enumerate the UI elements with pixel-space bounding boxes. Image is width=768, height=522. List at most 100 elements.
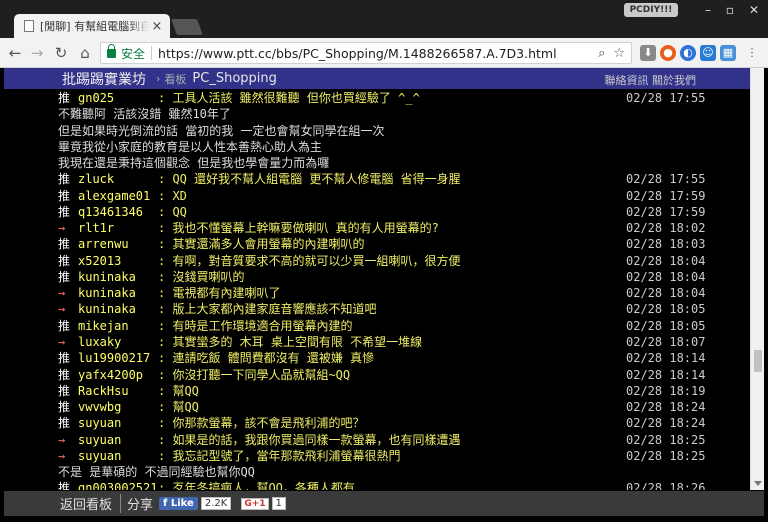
push-user[interactable]: suyuan xyxy=(78,432,158,448)
scrollbar-thumb[interactable] xyxy=(754,350,762,372)
push-time: 02/28 18:24 xyxy=(626,400,706,415)
push-tag: 推 xyxy=(58,481,71,490)
contact-about-links[interactable]: 聯絡資訊 關於我們 xyxy=(605,72,697,88)
back-to-board-link[interactable]: 返回看板 xyxy=(60,494,122,513)
author-reply-line: 畢竟我從小家庭的教育是以人性本善熱心助人為主 xyxy=(58,139,750,155)
push-user[interactable]: yafx4200p xyxy=(78,367,158,383)
push-tag: → xyxy=(58,221,66,236)
close-window-icon[interactable]: ✕ xyxy=(746,2,762,18)
push-content: : 其實蠻多的 木耳 桌上空間有限 不希望一堆線 xyxy=(158,334,423,349)
push-content: : 連請吃飯 體問費都沒有 還被嫌 真慘 xyxy=(158,351,375,366)
push-comment: 推 vwvwbg: 幫QQ 02/28 18:24 xyxy=(58,399,750,415)
push-time: 02/28 18:05 xyxy=(626,318,706,333)
facebook-like-count: 2.2K xyxy=(200,497,232,510)
firefox-style-extension-icon[interactable]: ● xyxy=(660,45,676,61)
account-extension-icon[interactable]: ☺ xyxy=(700,45,716,61)
push-user[interactable]: RackHsu xyxy=(78,383,158,399)
bookmark-star-icon[interactable]: ☆ xyxy=(613,46,625,61)
push-content: : 我也不懂螢幕上幹嘛要做喇叭 真的有人用螢幕的? xyxy=(158,221,439,236)
back-arrow-icon[interactable]: ← xyxy=(6,44,24,62)
new-tab-button[interactable] xyxy=(171,19,203,35)
push-user[interactable]: kuninaka xyxy=(78,269,158,285)
push-time: 02/28 18:05 xyxy=(626,302,706,317)
minimize-icon[interactable]: – xyxy=(700,2,716,18)
push-content: : 有啊，對音質要求不高的就可以少買一組喇叭，很方便 xyxy=(158,253,461,268)
push-tag: 推 xyxy=(58,204,71,219)
url-text[interactable]: https://www.ptt.cc/bbs/PC_Shopping/M.148… xyxy=(158,46,590,61)
page-scrollbar[interactable] xyxy=(750,68,764,490)
menu-kebab-icon[interactable]: ⋮ xyxy=(744,45,760,61)
push-content: : QQ xyxy=(158,204,187,219)
push-content: : 歹年冬搞瘋人，幫QQ，各種人都有 xyxy=(158,481,355,490)
author-reply-line: 但是如果時光倒流的話 當初的我 一定也會幫女同學在組一次 xyxy=(58,123,750,139)
push-tag: → xyxy=(58,286,66,301)
push-comment: 推 lu19900217: 連請吃飯 體問費都沒有 還被嫌 真慘 02/28 18:… xyxy=(58,350,750,366)
shield-extension-icon[interactable]: ◐ xyxy=(680,45,696,61)
profile-badge[interactable]: PCDIY!!! xyxy=(624,3,678,17)
push-comment: 推 x52013: 有啊，對音質要求不高的就可以少買一組喇叭，很方便 02/28 1… xyxy=(58,253,750,269)
push-user[interactable]: gn003002521 xyxy=(78,480,158,490)
push-tag: → xyxy=(58,334,66,349)
push-tag: 推 xyxy=(58,237,71,252)
push-comment: → rlt1r: 我也不懂螢幕上幹嘛要做喇叭 真的有人用螢幕的? 02/28 18:… xyxy=(58,220,750,236)
push-user[interactable]: suyuan xyxy=(78,415,158,431)
push-comment: 推 alexgame01: XD 02/28 17:59 xyxy=(58,188,750,204)
push-content: : 我忘記型號了，當年那款飛利浦螢幕很熱門 xyxy=(158,448,401,463)
push-time: 02/28 18:19 xyxy=(626,383,706,398)
site-name-link[interactable]: 批踢踢實業坊 xyxy=(62,69,146,89)
reload-icon[interactable]: ↻ xyxy=(52,44,70,62)
push-user[interactable]: suyuan xyxy=(78,448,158,464)
image-extension-icon[interactable]: ▦ xyxy=(720,45,736,61)
push-comment: 推 gn003002521: 歹年冬搞瘋人，幫QQ，各種人都有 02/28 18:2… xyxy=(58,480,750,490)
browser-tab[interactable]: [閒聊] 有幫組電腦到自己… × xyxy=(14,14,170,38)
forward-arrow-icon[interactable]: → xyxy=(28,44,46,62)
reply-text: 但是如果時光倒流的話 當初的我 一定也會幫女同學在組一次 xyxy=(58,123,385,138)
push-user[interactable]: gn025 xyxy=(78,90,158,106)
home-icon[interactable]: ⌂ xyxy=(76,44,94,62)
breadcrumb-separator: › xyxy=(156,72,161,85)
push-content: : 有時是工作環境適合用螢幕內建的 xyxy=(158,318,353,333)
push-content: : 版上大家都內建家庭音響應該不知道吧 xyxy=(158,302,377,317)
facebook-like-label: Like xyxy=(170,498,194,509)
push-tag: 推 xyxy=(58,383,71,398)
secure-label: 安全 xyxy=(121,46,146,61)
push-content: : 幫QQ xyxy=(158,400,199,415)
push-user[interactable]: luxaky xyxy=(78,334,158,350)
push-user[interactable]: vwvwbg xyxy=(78,399,158,415)
push-user[interactable]: q13461346 xyxy=(78,204,158,220)
push-tag: 推 xyxy=(58,367,71,382)
download-extension-icon[interactable]: ⬇ xyxy=(640,45,656,61)
push-user[interactable]: x52013 xyxy=(78,253,158,269)
push-time: 02/28 18:24 xyxy=(626,416,706,431)
google-plus-button[interactable]: G+1 xyxy=(241,497,269,510)
web-page: 批踢踢實業坊 › 看板 PC_Shopping 聯絡資訊 關於我們 推 gn025… xyxy=(0,68,768,522)
facebook-like-button[interactable]: f Like xyxy=(159,497,198,510)
push-time: 02/28 18:04 xyxy=(626,286,706,301)
push-user[interactable]: arrenwu xyxy=(78,236,158,252)
push-user[interactable]: rlt1r xyxy=(78,220,158,236)
tab-title: [閒聊] 有幫組電腦到自己… xyxy=(40,20,150,33)
push-user[interactable]: lu19900217 xyxy=(78,350,158,366)
push-user[interactable]: mikejan xyxy=(78,318,158,334)
push-user[interactable]: alexgame01 xyxy=(78,188,158,204)
maximize-icon[interactable]: ▫ xyxy=(722,2,738,18)
zoom-magnifier-icon[interactable]: ⌕ xyxy=(598,46,605,61)
push-user[interactable]: zluck xyxy=(78,171,158,187)
push-tag: → xyxy=(58,448,66,463)
push-time: 02/28 18:25 xyxy=(626,448,706,463)
push-tag: 推 xyxy=(58,253,71,268)
ptt-bottombar: 返回看板 分享 f Like 2.2K G+1 1 xyxy=(4,491,764,516)
push-content: : 沒錢買喇叭的 xyxy=(158,269,245,284)
reply-text: 畢竟我從小家庭的教育是以人性本善熱心助人為主 xyxy=(58,139,323,154)
author-reply-line: 不是 是華碩的 不過同經驗也幫你QQ xyxy=(58,464,750,480)
author-reply-line: 不難聽阿 活該沒錯 雖然10年了 xyxy=(58,106,750,122)
push-time: 02/28 18:14 xyxy=(626,351,706,366)
tab-close-button[interactable]: × xyxy=(150,19,164,34)
address-bar[interactable]: 安全 https://www.ptt.cc/bbs/PC_Shopping/M.… xyxy=(100,42,632,64)
push-user[interactable]: kuninaka xyxy=(78,285,158,301)
board-name-link[interactable]: PC_Shopping xyxy=(192,71,276,86)
push-tag: 推 xyxy=(58,172,71,187)
scroll-down-icon[interactable] xyxy=(754,481,762,486)
push-user[interactable]: kuninaka xyxy=(78,301,158,317)
push-tag: 推 xyxy=(58,400,71,415)
